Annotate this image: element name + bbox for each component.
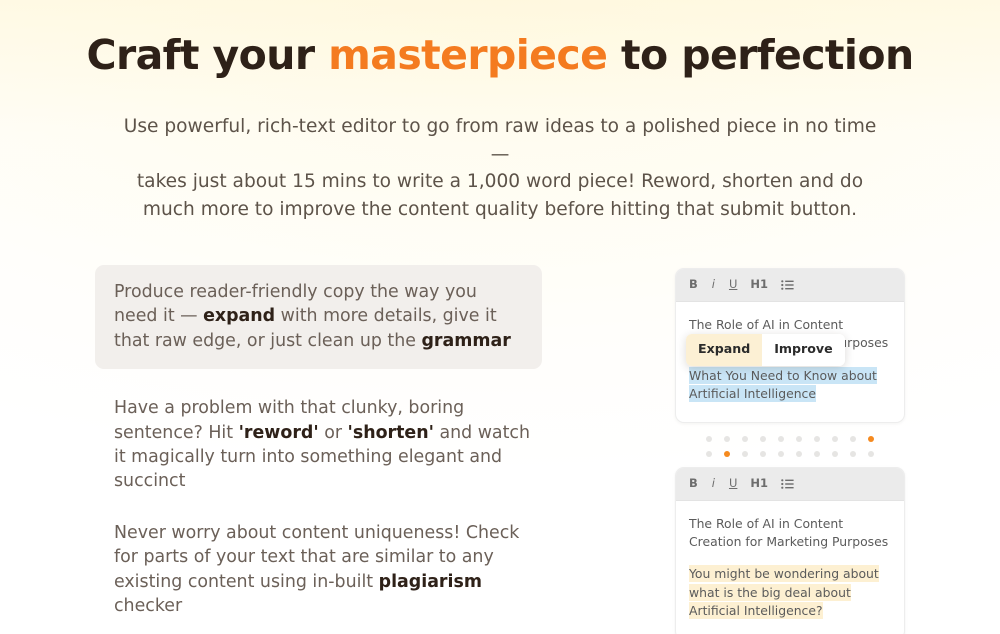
editor-preview-column: B i U H1 The Role of AI in Content Purpo… <box>675 265 905 634</box>
dot[interactable] <box>778 435 784 442</box>
feature-emphasis: 'reword' <box>238 422 319 443</box>
dot[interactable] <box>850 450 856 457</box>
dot[interactable] <box>760 450 766 457</box>
dot[interactable] <box>832 435 838 442</box>
dot[interactable] <box>706 450 712 457</box>
feature-text: Have a problem with that clunky, boring … <box>114 396 546 494</box>
editor-card-bottom: B i U H1 The Role of AI in Content Creat… <box>675 466 905 634</box>
dot[interactable] <box>778 450 784 457</box>
dot-row-bottom <box>706 450 874 457</box>
feature-segment: or <box>318 422 348 443</box>
dot[interactable] <box>760 435 766 442</box>
bold-button[interactable]: B <box>689 477 698 490</box>
page-title-post: to perfection <box>607 31 914 79</box>
dot[interactable] <box>868 450 874 457</box>
hero-subtitle-line-1: Use powerful, rich-text editor to go fro… <box>123 116 877 165</box>
dot-row-top <box>706 435 874 442</box>
bold-button[interactable]: B <box>689 279 698 291</box>
italic-button[interactable]: i <box>711 477 716 490</box>
dot[interactable] <box>742 435 748 442</box>
dot[interactable] <box>796 450 802 457</box>
dot[interactable] <box>850 435 856 442</box>
feature-text: Never worry about content uniqueness! Ch… <box>114 521 546 619</box>
dot[interactable] <box>832 450 838 457</box>
hero-subtitle-line-3: much more to improve the content quality… <box>142 198 858 220</box>
editor-body-top[interactable]: The Role of AI in Content Creation for M… <box>676 302 904 422</box>
page-title-accent: masterpiece <box>328 31 608 79</box>
italic-button[interactable]: i <box>711 279 716 291</box>
underline-button[interactable]: U <box>729 477 737 490</box>
feature-item-reword-shorten: Have a problem with that clunky, boring … <box>95 396 565 494</box>
dot-indicator-group <box>675 423 905 467</box>
feature-list: Produce reader-friendly copy the way you… <box>95 265 565 634</box>
dot[interactable] <box>814 450 820 457</box>
document-heading: The Role of AI in Content Creation for M… <box>689 515 889 550</box>
heading-1-button[interactable]: H1 <box>750 477 768 490</box>
heading-1-button[interactable]: H1 <box>750 279 768 291</box>
hero-section: Craft your masterpiece to perfection Use… <box>0 0 1000 223</box>
selected-text: What You Need to Know about Artificial I… <box>689 366 877 403</box>
feature-emphasis: plagiarism <box>378 571 482 592</box>
dot[interactable] <box>796 435 802 442</box>
feature-segment: checker <box>114 596 183 617</box>
ai-action-popup: Expand Improve <box>686 334 845 366</box>
dot[interactable] <box>814 435 820 442</box>
hero-subtitle-line-2: takes just about 15 mins to write a 1,00… <box>136 171 864 192</box>
feature-text: Produce reader-friendly copy the way you… <box>114 280 523 353</box>
document-paragraph: You might be wondering about what is the… <box>689 565 891 620</box>
feature-emphasis: grammar <box>421 330 511 351</box>
page-title: Craft your masterpiece to perfection <box>0 26 1000 84</box>
feature-emphasis: expand <box>203 306 276 327</box>
feature-item-plagiarism: Never worry about content uniqueness! Ch… <box>95 521 565 619</box>
document-paragraph: What You Need to Know about Artificial I… <box>689 366 891 404</box>
dot[interactable] <box>724 435 730 442</box>
underline-button[interactable]: U <box>729 279 737 291</box>
dot-active[interactable] <box>724 450 730 457</box>
bulleted-list-icon[interactable] <box>781 280 794 290</box>
editor-toolbar: B i U H1 <box>676 467 904 501</box>
page-root: Craft your masterpiece to perfection Use… <box>0 0 1000 634</box>
hero-subtitle: Use powerful, rich-text editor to go fro… <box>116 113 884 223</box>
bulleted-list-icon[interactable] <box>781 478 794 489</box>
feature-emphasis: 'shorten' <box>347 422 434 443</box>
editor-card-top: B i U H1 The Role of AI in Content Purpo… <box>675 268 905 423</box>
editor-body-bottom[interactable]: The Role of AI in Content Creation for M… <box>676 501 904 634</box>
feature-item-expand-grammar: Produce reader-friendly copy the way you… <box>95 265 542 370</box>
dot-active[interactable] <box>868 435 874 442</box>
highlighted-text: You might be wondering about what is the… <box>689 565 879 620</box>
dot[interactable] <box>706 435 712 442</box>
dot[interactable] <box>742 450 748 457</box>
editor-toolbar: B i U H1 <box>676 269 904 302</box>
page-title-pre: Craft your <box>86 31 329 79</box>
expand-button[interactable]: Expand <box>686 334 763 366</box>
content-area: Produce reader-friendly copy the way you… <box>0 265 1000 634</box>
improve-button[interactable]: Improve <box>762 334 845 366</box>
